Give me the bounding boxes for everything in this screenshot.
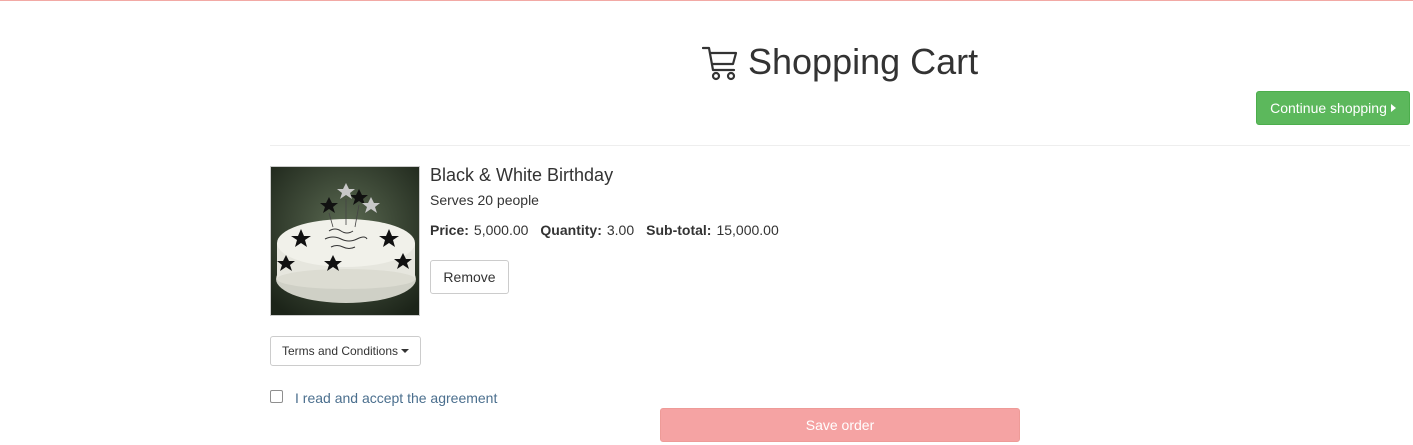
save-order-button[interactable]: Save order — [660, 408, 1020, 442]
price-label: Price: — [430, 222, 469, 238]
agreement-label[interactable]: I read and accept the agreement — [295, 389, 497, 407]
caret-right-icon — [1390, 104, 1396, 112]
continue-shopping-button[interactable]: Continue shopping — [1256, 91, 1410, 125]
product-name: Black & White Birthday — [430, 165, 614, 185]
page-title-text: Shopping Cart — [748, 41, 979, 82]
price-value: 5,000.00 — [473, 222, 529, 238]
terms-dropdown-button[interactable]: Terms and Conditions — [270, 336, 421, 366]
quantity-label: Quantity: — [540, 222, 602, 238]
cake-photo — [271, 167, 419, 315]
remove-button[interactable]: Remove — [430, 260, 509, 294]
caret-down-icon — [401, 349, 410, 353]
shopping-cart-icon — [702, 46, 738, 81]
price-row: Price: 5,000.00 Quantity: 3.00 Sub-total… — [430, 221, 791, 239]
product-description: Serves 20 people — [430, 192, 539, 208]
continue-shopping-label: Continue shopping — [1270, 100, 1387, 116]
subtotal-value: 15,000.00 — [716, 222, 779, 238]
page-title: Shopping Cart — [702, 40, 978, 84]
subtotal-label: Sub-total: — [646, 222, 712, 238]
divider — [270, 145, 1410, 146]
product-image — [270, 166, 420, 316]
top-border — [0, 0, 1413, 1]
agreement-checkbox[interactable] — [270, 390, 283, 403]
terms-dropdown-label: Terms and Conditions — [281, 344, 399, 358]
quantity-value: 3.00 — [606, 222, 635, 238]
